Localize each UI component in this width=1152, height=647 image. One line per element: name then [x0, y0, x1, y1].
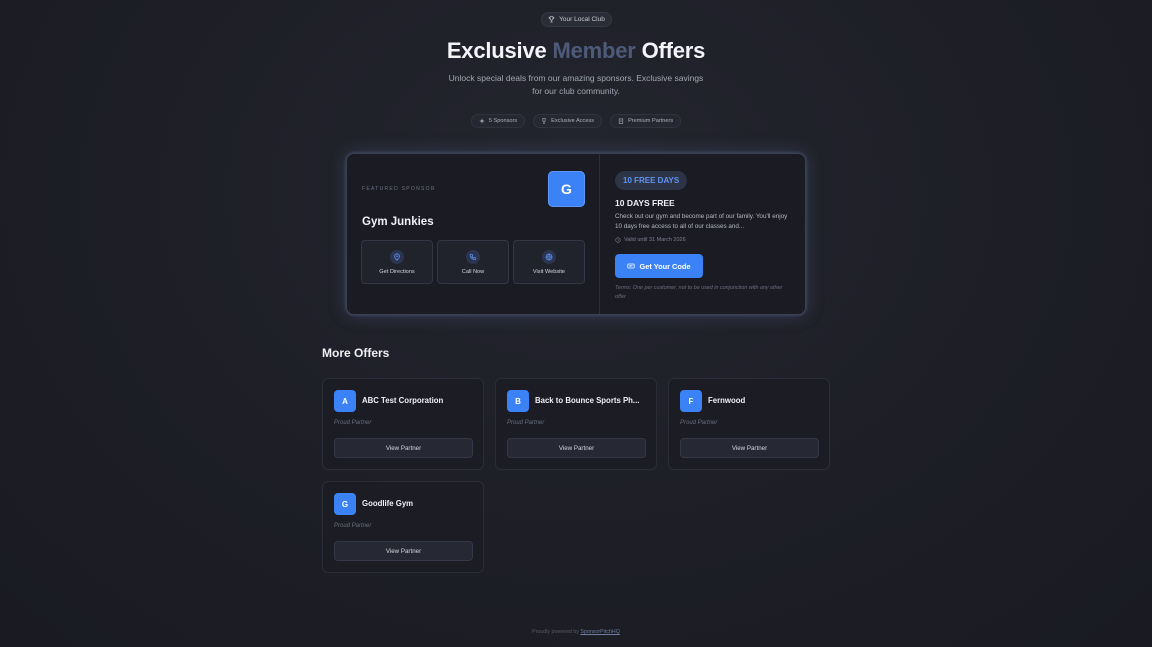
partner-card: F Fernwood Proud Partner View Partner: [668, 378, 830, 470]
building-icon: [618, 118, 624, 124]
sparkle-icon: [479, 118, 485, 124]
partner-logo: F: [680, 390, 702, 412]
partner-tag: Proud Partner: [334, 523, 372, 529]
trophy-icon: [548, 16, 555, 23]
clock-icon: [615, 237, 621, 243]
partner-card: G Goodlife Gym Proud Partner View Partne…: [322, 481, 484, 573]
page-title: Exclusive Member Offers: [446, 38, 706, 63]
view-partner-button[interactable]: View Partner: [680, 438, 819, 458]
club-badge-label: Your Local Club: [559, 16, 605, 23]
get-directions-button[interactable]: Get Directions: [361, 240, 433, 284]
featured-offer: 10 FREE DAYS 10 DAYS FREE Check out our …: [600, 154, 805, 314]
map-pin-icon: [394, 252, 400, 261]
partner-name: ABC Test Corporation: [362, 396, 444, 405]
stat-sponsors: 5 Sponsors: [470, 114, 526, 128]
offer-valid-until: Valid until 31 March 2026: [615, 237, 686, 243]
phone-icon: [469, 253, 477, 260]
partner-name: Goodlife Gym: [362, 499, 414, 508]
page-subtitle: Unlock special deals from our amazing sp…: [448, 73, 704, 96]
partner-logo: B: [507, 390, 529, 412]
get-code-button[interactable]: Get Your Code: [615, 254, 703, 278]
stat-access: Exclusive Access: [533, 114, 603, 128]
globe-icon: [545, 253, 553, 260]
partner-name: Back to Bounce Sports Ph...: [535, 396, 640, 405]
stat-partners: Premium Partners: [610, 114, 682, 128]
partner-logo: G: [334, 493, 356, 515]
partner-logo: A: [334, 390, 356, 412]
featured-logo: G: [548, 171, 585, 207]
offer-badge: 10 FREE DAYS: [615, 171, 688, 190]
more-offers-title: More Offers: [322, 346, 390, 360]
visit-website-button[interactable]: Visit Website: [513, 240, 585, 284]
club-badge: Your Local Club: [541, 12, 612, 27]
featured-eyebrow: FEATURED SPONSOR: [362, 186, 436, 192]
partner-tag: Proud Partner: [507, 420, 545, 426]
partner-card: B Back to Bounce Sports Ph... Proud Part…: [495, 378, 657, 470]
offer-terms: Terms: One per customer, not to be used …: [615, 285, 783, 300]
offer-description: Check out our gym and become part of our…: [615, 213, 788, 230]
call-now-button[interactable]: Call Now: [437, 240, 509, 284]
featured-name: Gym Junkies: [362, 216, 434, 228]
featured-actions: Get Directions Call Now Visit Website: [361, 240, 585, 284]
footer: Proudly powered by SponsorPitchHQ: [532, 629, 620, 635]
stats-row: 5 Sponsors Exclusive Access Premium Part…: [0, 114, 1152, 128]
partner-card: A ABC Test Corporation Proud Partner Vie…: [322, 378, 484, 470]
trophy-icon: [542, 118, 546, 124]
view-partner-button[interactable]: View Partner: [507, 438, 646, 458]
partner-name: Fernwood: [708, 396, 746, 405]
title-accent: Member: [552, 38, 636, 63]
featured-sponsor-info: FEATURED SPONSOR G Gym Junkies Get Direc…: [347, 154, 600, 314]
offer-title: 10 DAYS FREE: [615, 198, 675, 208]
ticket-icon: [627, 263, 636, 269]
footer-link[interactable]: SponsorPitchHQ: [580, 629, 619, 635]
partner-tag: Proud Partner: [680, 420, 718, 426]
view-partner-button[interactable]: View Partner: [334, 541, 473, 561]
featured-sponsor-card: FEATURED SPONSOR G Gym Junkies Get Direc…: [346, 153, 806, 315]
partner-tag: Proud Partner: [334, 420, 372, 426]
view-partner-button[interactable]: View Partner: [334, 438, 473, 458]
